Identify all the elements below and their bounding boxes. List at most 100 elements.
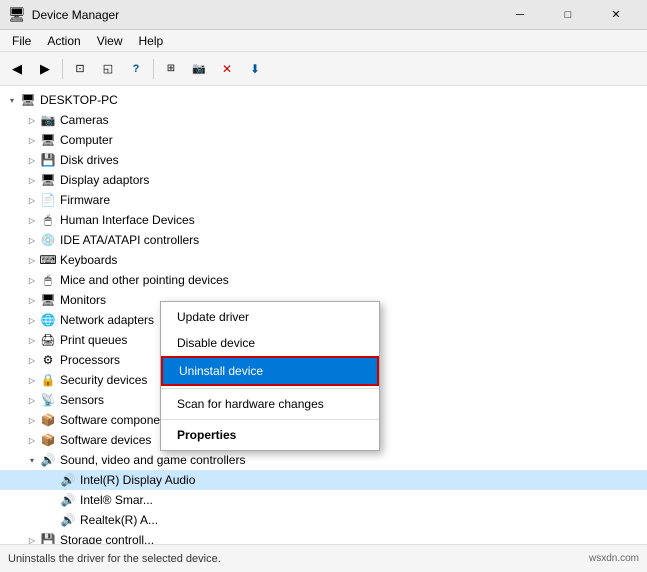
item-label: Display adaptors [60,173,149,187]
item-label: IDE ATA/ATAPI controllers [60,233,199,247]
maximize-button[interactable]: □ [545,4,591,26]
expand-icon: ▷ [24,232,40,248]
toolbar-properties-button[interactable]: ⊡ [67,56,93,82]
list-item[interactable]: ▷ 📷 Cameras [0,110,647,130]
item-label: Software components [60,413,176,427]
context-scan-hardware[interactable]: Scan for hardware changes [161,391,379,417]
app-icon: 🖥 [8,6,26,23]
list-item[interactable]: ▷ 🔊 Intel® Smar... [0,490,647,510]
processor-icon: ⚙ [40,352,56,368]
list-item[interactable]: ▷ 💾 Disk drives [0,150,647,170]
expand-icon: ▷ [24,272,40,288]
context-properties[interactable]: Properties [161,422,379,448]
context-menu-separator-2 [161,419,379,420]
mouse-icon: 🖱 [40,272,56,288]
context-disable-device[interactable]: Disable device [161,330,379,356]
list-item[interactable]: ▷ 🔊 Intel(R) Display Audio [0,470,647,490]
minimize-button[interactable]: ─ [497,4,543,26]
expand-icon: ▷ [24,352,40,368]
menu-item-action[interactable]: Action [39,32,88,49]
context-update-driver[interactable]: Update driver [161,304,379,330]
toolbar-help-button[interactable]: ? [123,56,149,82]
network-icon: 🌐 [40,312,56,328]
list-item[interactable]: ▾ 🔊 Sound, video and game controllers [0,450,647,470]
scan-hardware-label: Scan for hardware changes [177,397,324,411]
item-label: Firmware [60,193,110,207]
computer-icon: 🖥 [40,132,56,148]
expand-icon: ▷ [24,412,40,428]
list-item[interactable]: ▷ 📄 Firmware [0,190,647,210]
list-item[interactable]: ▷ ⌨ Keyboards [0,250,647,270]
toolbar-grid-button[interactable]: ⊞ [158,56,184,82]
expand-icon: ▷ [24,312,40,328]
list-item[interactable]: ▷ 🖥 Computer [0,130,647,150]
expand-icon: ▷ [24,392,40,408]
context-menu-separator [161,388,379,389]
uninstall-device-label: Uninstall device [179,364,263,378]
list-item[interactable]: ▷ 🔊 Realtek(R) A... [0,510,647,530]
item-label: Storage controll... [60,533,154,544]
intel-smart-icon: 🔊 [60,492,76,508]
list-item[interactable]: ▷ 🖱 Human Interface Devices [0,210,647,230]
item-label: Network adapters [60,313,154,327]
expand-icon: ▷ [24,152,40,168]
title-bar-text: Device Manager [32,8,119,22]
status-bar: Uninstalls the driver for the selected d… [0,544,647,572]
expand-icon: ▾ [24,452,40,468]
list-item[interactable]: ▷ 🖥 Display adaptors [0,170,647,190]
item-label: Human Interface Devices [60,213,195,227]
status-brand: wsxdn.com [589,553,639,564]
item-label: Software devices [60,433,151,447]
keyboard-icon: ⌨ [40,252,56,268]
expand-icon: ▷ [24,532,40,544]
toolbar-forward-button[interactable]: ▶ [32,56,58,82]
sw-devices-icon: 📦 [40,432,56,448]
item-label: Print queues [60,333,127,347]
toolbar: ◀ ▶ ⊡ ◱ ? ⊞ 📷 ✕ ⬇ [0,52,647,86]
toolbar-back-button[interactable]: ◀ [4,56,30,82]
security-icon: 🔒 [40,372,56,388]
menu-item-view[interactable]: View [89,32,131,49]
tree-root[interactable]: ▾ 🖥 DESKTOP-PC [0,90,647,110]
root-label: DESKTOP-PC [40,93,118,107]
item-label: Computer [60,133,113,147]
close-button[interactable]: ✕ [593,4,639,26]
main-content: ▾ 🖥 DESKTOP-PC ▷ 📷 Cameras ▷ 🖥 Computer … [0,86,647,544]
update-driver-label: Update driver [177,310,249,324]
expand-icon: ▷ [24,432,40,448]
menu-bar: FileActionViewHelp [0,30,647,52]
list-item[interactable]: ▷ 🖱 Mice and other pointing devices [0,270,647,290]
title-bar: 🖥 Device Manager ─ □ ✕ [0,0,647,30]
ide-icon: 💿 [40,232,56,248]
context-menu: Update driver Disable device Uninstall d… [160,301,380,451]
realtek-icon: 🔊 [60,512,76,528]
toolbar-camera-button[interactable]: 📷 [186,56,212,82]
firmware-icon: 📄 [40,192,56,208]
context-uninstall-device[interactable]: Uninstall device [161,356,379,386]
toolbar-delete-button[interactable]: ✕ [214,56,240,82]
item-label: Mice and other pointing devices [60,273,229,287]
expand-icon: ▷ [24,172,40,188]
sensor-icon: 📡 [40,392,56,408]
menu-item-help[interactable]: Help [131,32,172,49]
properties-label: Properties [177,428,236,442]
expand-icon: ▷ [24,132,40,148]
root-computer-icon: 🖥 [20,92,36,108]
hid-icon: 🖱 [40,212,56,228]
monitor-icon: 🖥 [40,292,56,308]
list-item[interactable]: ▷ 💿 IDE ATA/ATAPI controllers [0,230,647,250]
disk-icon: 💾 [40,152,56,168]
item-label: Sensors [60,393,104,407]
printer-icon: 🖨 [40,332,56,348]
menu-item-file[interactable]: File [4,32,39,49]
expand-icon: ▷ [24,292,40,308]
sw-components-icon: 📦 [40,412,56,428]
toolbar-computer-button[interactable]: ◱ [95,56,121,82]
expand-icon: ▷ [24,192,40,208]
toolbar-separator-1 [62,59,63,79]
toolbar-scan-button[interactable]: ⬇ [242,56,268,82]
item-label: Disk drives [60,153,119,167]
list-item[interactable]: ▷ 💾 Storage controll... [0,530,647,544]
display-icon: 🖥 [40,172,56,188]
intel-audio-icon: 🔊 [60,472,76,488]
